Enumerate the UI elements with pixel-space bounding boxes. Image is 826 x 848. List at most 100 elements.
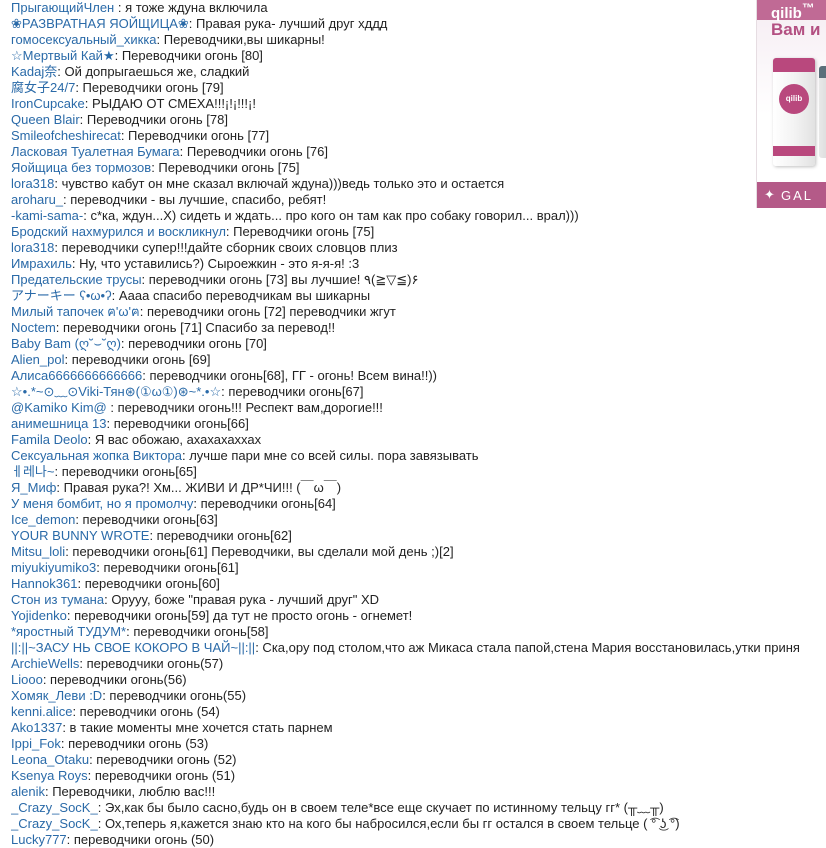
message-text: : переводчики огонь[61] Переводчики, вы …: [65, 544, 454, 559]
chat-message: ||:||~ЗАСУ НЬ СВОЕ КОКОРО В ЧАЙ~||:||: С…: [11, 640, 826, 656]
chat-message: lora318: чувство кабут он мне сказал вкл…: [11, 176, 826, 192]
message-author[interactable]: _Crazy_SocK_: [11, 800, 98, 815]
message-author[interactable]: Сексуальная жопка Виктора: [11, 448, 182, 463]
message-author[interactable]: Mitsu_loli: [11, 544, 65, 559]
message-author[interactable]: aroharu_: [11, 192, 63, 207]
ad-product-image-secondary: [819, 66, 826, 158]
chat-message: Стон из тумана: Оруyy, боже "правая рука…: [11, 592, 826, 608]
message-author[interactable]: 腐女子24/7: [11, 80, 75, 95]
message-author[interactable]: Yojidenko: [11, 608, 67, 623]
chat-message: Ippi_Fok: переводчики огонь (53): [11, 736, 826, 752]
message-author[interactable]: _Crazy_SocK_: [11, 816, 98, 831]
ad-product-image: qilib: [773, 58, 815, 166]
message-author[interactable]: Lucky777: [11, 832, 67, 847]
message-author[interactable]: kenni.alice: [11, 704, 72, 719]
message-author[interactable]: Я_Миф: [11, 480, 56, 495]
message-text: : переводчики огонь [71] Спасибо за пере…: [55, 320, 336, 335]
ad-footer-brand: GAL: [781, 188, 814, 203]
message-author[interactable]: ☆•.*~⊙﹏⊙Viki-Тян⊛(①ω①)⊛~*.•☆: [11, 384, 221, 399]
message-text: : переводчики огонь[67]: [221, 384, 364, 399]
chat-message: Famila Deolo: Я вас обожаю, ахахахаххах: [11, 432, 826, 448]
chat-message: Сексуальная жопка Виктора: лучше пари мн…: [11, 448, 826, 464]
message-author[interactable]: Baby Bam (ღ˘⌣˘ღ): [11, 336, 121, 351]
message-author[interactable]: lora318: [11, 240, 54, 255]
message-author[interactable]: Алиса6666666666666: [11, 368, 142, 383]
message-author[interactable]: Милый тапочек ฅ'ω'ฅ: [11, 304, 140, 319]
chat-log: ПрыгающийЧлен : я тоже ждуна включила ❀Р…: [11, 0, 826, 848]
ad-headline: Вам и: [771, 20, 821, 39]
message-author[interactable]: Ako1337: [11, 720, 62, 735]
message-author[interactable]: ArchieWells: [11, 656, 79, 671]
chat-message: Leona_Otaku: переводчики огонь (52): [11, 752, 826, 768]
message-author[interactable]: Яойщица без тормозов: [11, 160, 151, 175]
message-author[interactable]: Бродский нахмурился и воскликнул: [11, 224, 226, 239]
message-text: : Переводчики,вы шикарны!: [156, 32, 325, 47]
ad-logo-bar: qilib™: [757, 0, 826, 22]
message-author[interactable]: ||:||~ЗАСУ НЬ СВОЕ КОКОРО В ЧАЙ~||:||: [11, 640, 255, 655]
message-text: : переводчики огонь [73] вы лучшие! ٩(≧▽…: [141, 272, 419, 287]
chat-message: IronCupcake: РЫДАЮ ОТ СМЕХА!!!¡!¡!!!¡!: [11, 96, 826, 112]
chat-message: Имрахиль: Ну, что уставились?) Сыроежкин…: [11, 256, 826, 272]
message-text: : Ну, что уставились?) Сыроежкин - это я…: [71, 256, 360, 271]
chat-message: _Crazy_SocK_: Ох,теперь я,кажется знаю к…: [11, 816, 826, 832]
message-author[interactable]: アナーキー ʕ•ω•ʔ: [11, 288, 112, 303]
message-author[interactable]: Имрахиль: [11, 256, 72, 271]
message-text: : Я вас обожаю, ахахахаххах: [87, 432, 262, 447]
message-author[interactable]: Kadaj奈: [11, 64, 57, 79]
message-author[interactable]: Предательские трусы: [11, 272, 142, 287]
chat-message: Mitsu_loli: переводчики огонь[61] Перево…: [11, 544, 826, 560]
message-text: : Ох,теперь я,кажется знаю кто на кого б…: [97, 816, 680, 831]
message-text: : Переводчики огонь [77]: [120, 128, 270, 143]
message-author[interactable]: Ice_demon: [11, 512, 75, 527]
message-text: : переводчики огонь[59] да тут не просто…: [66, 608, 413, 623]
message-author[interactable]: alenik: [11, 784, 45, 799]
message-author[interactable]: гомосексуальный_хикка: [11, 32, 157, 47]
chat-message: Ласковая Туалетная Бумага: Переводчики о…: [11, 144, 826, 160]
message-author[interactable]: Noctem: [11, 320, 56, 335]
message-author[interactable]: Famila Deolo: [11, 432, 88, 447]
message-author[interactable]: анимешница 13: [11, 416, 106, 431]
message-author[interactable]: Hannok361: [11, 576, 78, 591]
message-text: : я тоже ждуна включила: [114, 0, 268, 15]
chat-message: Ice_demon: переводчики огонь[63]: [11, 512, 826, 528]
message-text: : чувство кабут он мне сказал включай жд…: [54, 176, 505, 191]
chat-message: Smileofcheshirecat: Переводчики огонь [7…: [11, 128, 826, 144]
message-text: : переводчики супер!!!дайте сборник свои…: [54, 240, 398, 255]
message-author[interactable]: ㅔ레나~: [11, 464, 54, 479]
message-author[interactable]: miyukiyumiko3: [11, 560, 96, 575]
message-author[interactable]: Ласковая Туалетная Бумага: [11, 144, 180, 159]
chat-message: Бродский нахмурился и воскликнул: Перево…: [11, 224, 826, 240]
message-author[interactable]: ☆Мертвый Кай★: [11, 48, 115, 63]
message-author[interactable]: lora318: [11, 176, 54, 191]
message-text: : переводчики огонь[65]: [54, 464, 197, 479]
message-author[interactable]: Smileofcheshirecat: [11, 128, 121, 143]
product-cap: [773, 58, 815, 72]
message-text: : Правая рука- лучший друг хддд: [188, 16, 388, 31]
message-text: : Ой допрыгаешься же, сладкий: [57, 64, 250, 79]
message-author[interactable]: Ippi_Fok: [11, 736, 61, 751]
chat-message: Lucky777: переводчики огонь (50): [11, 832, 826, 848]
message-author[interactable]: ПрыгающийЧлен: [11, 0, 114, 15]
chat-message: Queen Blair: Переводчики огонь [78]: [11, 112, 826, 128]
message-author[interactable]: Хомяк_Леви :D: [11, 688, 102, 703]
message-author[interactable]: -kami-sama-: [11, 208, 83, 223]
message-author[interactable]: @Kamiko Kim@: [11, 400, 107, 415]
message-author[interactable]: Стон из тумана: [11, 592, 104, 607]
chat-message: Noctem: переводчики огонь [71] Спасибо з…: [11, 320, 826, 336]
message-author[interactable]: Alien_pol: [11, 352, 65, 367]
message-author[interactable]: Ksenya Roys: [11, 768, 88, 783]
message-author[interactable]: Leona_Otaku: [11, 752, 89, 767]
message-text: : Переводчики огонь [80]: [114, 48, 263, 63]
message-text: : переводчики огонь[68], ГГ - огонь! Все…: [142, 368, 437, 383]
message-author[interactable]: *яростный ТУДУМ*: [11, 624, 126, 639]
message-author[interactable]: Queen Blair: [11, 112, 80, 127]
message-text: : РЫДАЮ ОТ СМЕХА!!!¡!¡!!!¡!: [84, 96, 256, 111]
message-text: : Эх,как бы было сасно,будь он в своем т…: [97, 800, 664, 815]
chat-message: ☆Мертвый Кай★: Переводчики огонь [80]: [11, 48, 826, 64]
message-author[interactable]: YOUR BUNNY WROTE: [11, 528, 149, 543]
message-author[interactable]: У меня бомбит, но я промолчу: [11, 496, 193, 511]
advertisement-banner[interactable]: qilib™ Вам и qilib ✦ GAL: [756, 0, 826, 208]
message-author[interactable]: ❀РАЗВРАТНАЯ ЯОЙЩИЦА❀: [11, 16, 189, 31]
message-author[interactable]: IronCupcake: [11, 96, 85, 111]
message-author[interactable]: Liooo: [11, 672, 43, 687]
